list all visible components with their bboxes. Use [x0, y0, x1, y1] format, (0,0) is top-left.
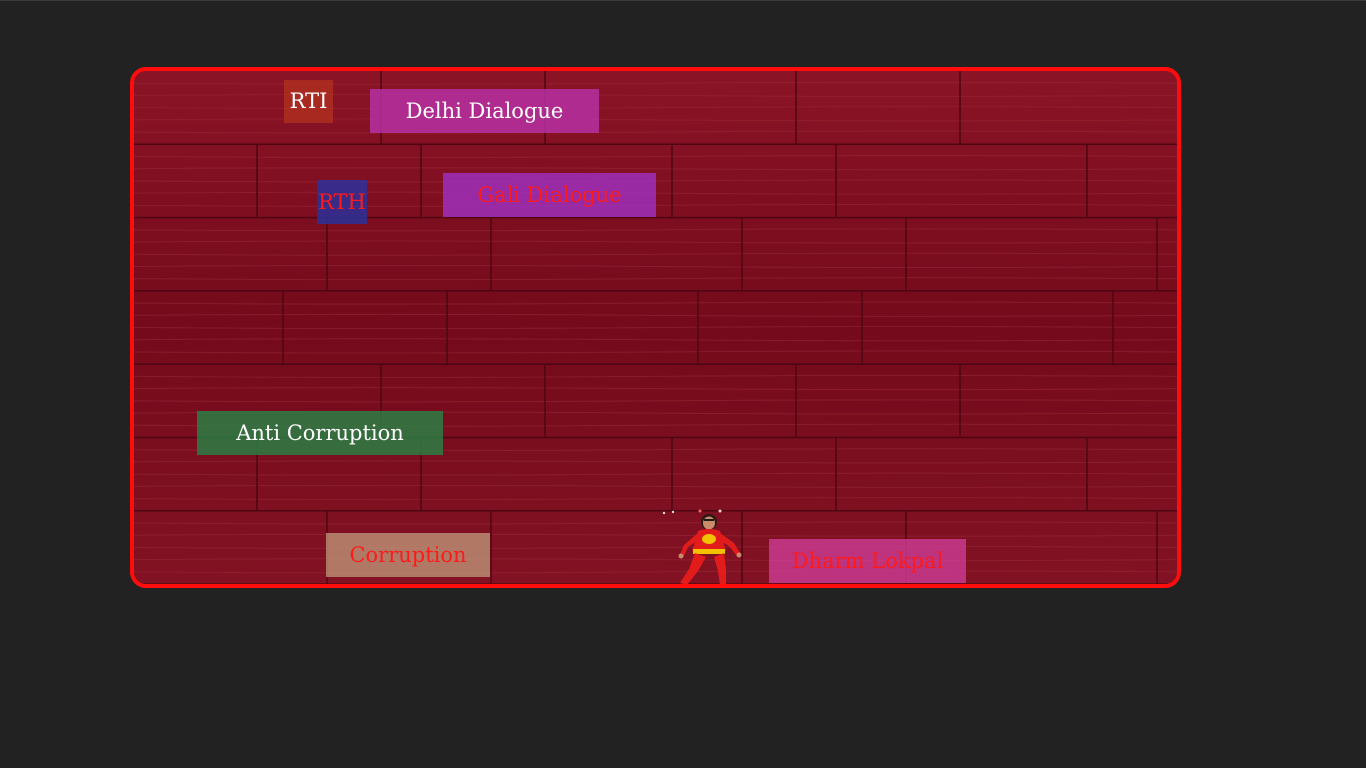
rti-block-label: RTI: [289, 89, 328, 113]
corruption-block[interactable]: Corruption: [326, 533, 490, 577]
anti-corruption-block[interactable]: Anti Corruption: [197, 411, 443, 455]
gali-dialogue-block-label: Gali Dialogue: [477, 182, 622, 207]
rth-block[interactable]: RTH: [317, 180, 367, 224]
antenna-sparks: [662, 509, 722, 515]
rti-block[interactable]: RTI: [284, 80, 333, 123]
delhi-dialogue-block[interactable]: Delhi Dialogue: [370, 89, 599, 133]
corruption-block-label: Corruption: [349, 542, 467, 567]
dharm-lokpal-block[interactable]: Dharm Lokpal: [769, 539, 966, 583]
gali-dialogue-block[interactable]: Gali Dialogue: [443, 173, 656, 217]
hero-figure: [678, 514, 742, 584]
rth-block-label: RTH: [318, 189, 366, 214]
delhi-dialogue-block-label: Delhi Dialogue: [405, 98, 564, 123]
anti-corruption-block-label: Anti Corruption: [236, 420, 404, 445]
game-page: RTI Delhi Dialogue RTH Gali Dialogue Ant…: [0, 0, 1366, 768]
dharm-lokpal-block-label: Dharm Lokpal: [791, 548, 944, 573]
game-canvas[interactable]: RTI Delhi Dialogue RTH Gali Dialogue Ant…: [130, 67, 1181, 588]
player-character[interactable]: [654, 507, 744, 588]
